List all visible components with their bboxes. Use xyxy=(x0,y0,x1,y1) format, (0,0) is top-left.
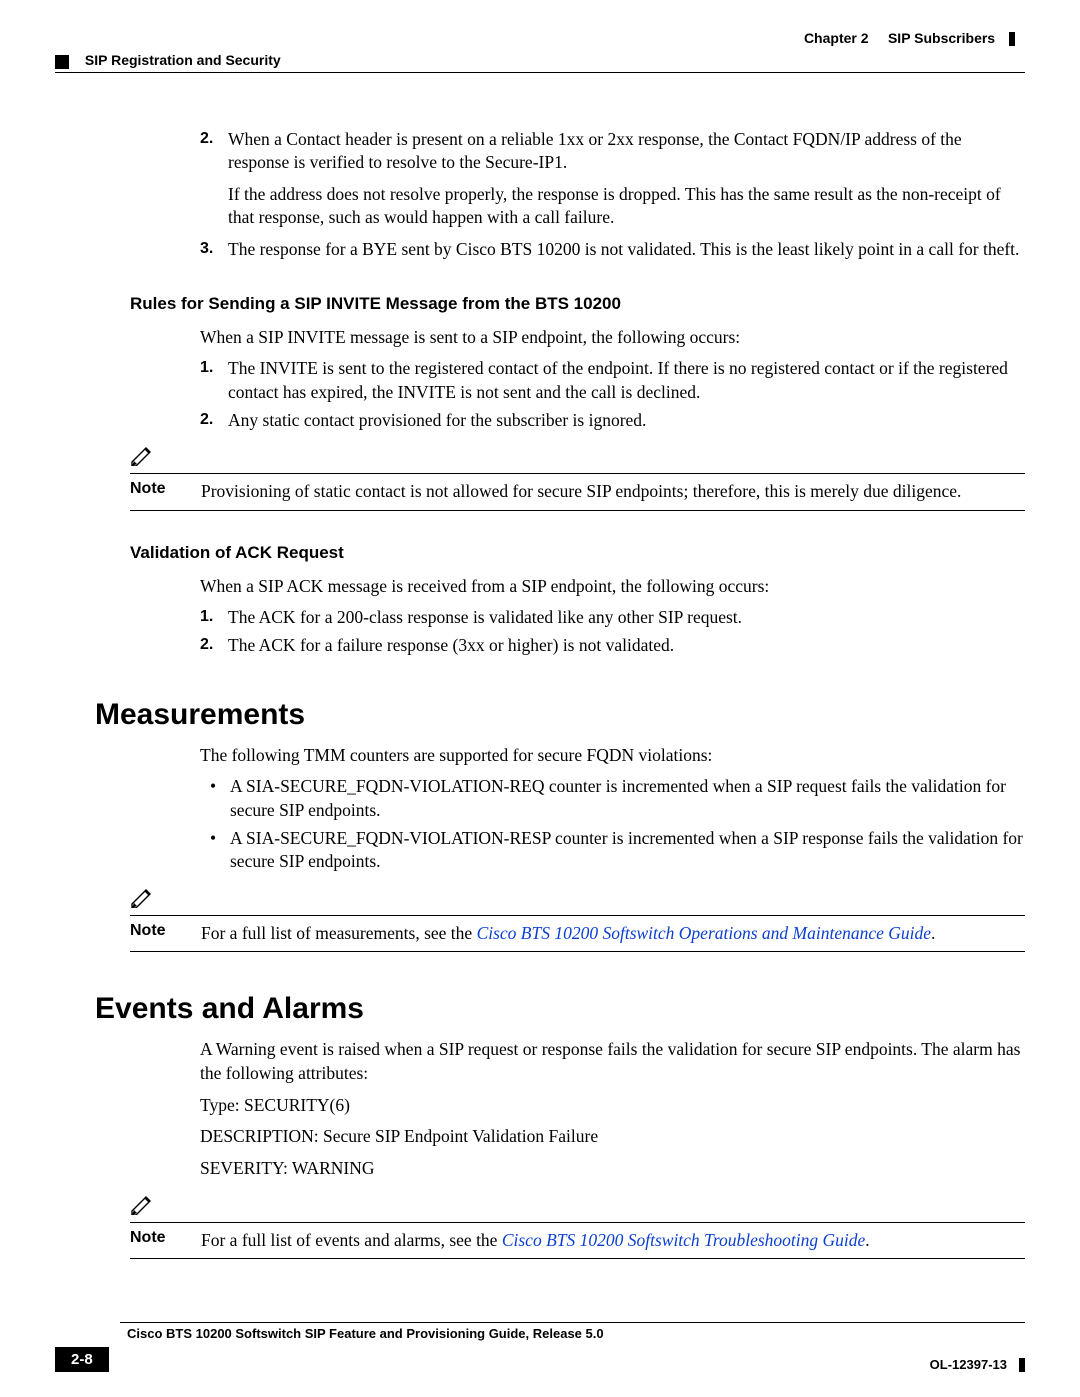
note-label: Note xyxy=(130,922,201,940)
list-item: • A SIA-SECURE_FQDN-VIOLATION-RESP count… xyxy=(210,827,1025,874)
subheading-rules: Rules for Sending a SIP INVITE Message f… xyxy=(130,294,1025,314)
bullet-icon: • xyxy=(210,775,230,822)
chapter-title: SIP Subscribers xyxy=(888,30,995,46)
header-bar-icon xyxy=(1009,32,1015,46)
list-text: The response for a BYE sent by Cisco BTS… xyxy=(228,238,1025,262)
document-page: Chapter 2 SIP Subscribers SIP Registrati… xyxy=(0,0,1080,1397)
chapter-label: Chapter 2 xyxy=(804,30,869,46)
list-paragraph: If the address does not resolve properly… xyxy=(228,183,1025,230)
bullet-icon: • xyxy=(210,827,230,874)
list-number: 3. xyxy=(200,238,228,262)
list-item: 3. The response for a BYE sent by Cisco … xyxy=(200,238,1025,262)
list-text: A SIA-SECURE_FQDN-VIOLATION-REQ counter … xyxy=(230,775,1025,822)
note-text-prefix: For a full list of events and alarms, se… xyxy=(201,1230,502,1250)
list-item: 2. Any static contact provisioned for th… xyxy=(200,409,1025,433)
paragraph: When a SIP INVITE message is sent to a S… xyxy=(200,326,1025,350)
list-text: The ACK for a failure response (3xx or h… xyxy=(228,634,1025,658)
list-number: 2. xyxy=(200,409,228,433)
paragraph: Type: SECURITY(6) xyxy=(200,1094,1025,1118)
heading-measurements: Measurements xyxy=(95,698,1025,732)
pencil-icon xyxy=(130,446,156,466)
note-text: Provisioning of static contact is not al… xyxy=(201,480,1025,504)
main-content: 2. When a Contact header is present on a… xyxy=(55,128,1025,1260)
list-item: 1. The ACK for a 200-class response is v… xyxy=(200,606,1025,630)
paragraph: The following TMM counters are supported… xyxy=(200,744,1025,768)
paragraph: When a SIP ACK message is received from … xyxy=(200,575,1025,599)
list-number: 1. xyxy=(200,606,228,630)
note-block: Note Provisioning of static contact is n… xyxy=(130,446,1025,511)
link-ops-guide[interactable]: Cisco BTS 10200 Softswitch Operations an… xyxy=(477,923,931,943)
footer-doc-id: OL-12397-13 xyxy=(930,1357,1025,1372)
list-number: 2. xyxy=(200,128,228,175)
list-text: Any static contact provisioned for the s… xyxy=(228,409,1025,433)
list-number: 1. xyxy=(200,357,228,404)
list-number: 2. xyxy=(200,634,228,658)
footer-bar-icon xyxy=(1019,1358,1025,1372)
paragraph: A Warning event is raised when a SIP req… xyxy=(200,1038,1025,1085)
list-item: 2. The ACK for a failure response (3xx o… xyxy=(200,634,1025,658)
note-text-prefix: For a full list of measurements, see the xyxy=(201,923,477,943)
list-item: • A SIA-SECURE_FQDN-VIOLATION-REQ counte… xyxy=(210,775,1025,822)
subheading-ack: Validation of ACK Request xyxy=(130,543,1025,563)
paragraph: DESCRIPTION: Secure SIP Endpoint Validat… xyxy=(200,1125,1025,1149)
pencil-icon xyxy=(130,888,156,908)
heading-events: Events and Alarms xyxy=(95,992,1025,1026)
note-text: For a full list of events and alarms, se… xyxy=(201,1229,1025,1253)
note-text: For a full list of measurements, see the… xyxy=(201,922,1025,946)
section-title: SIP Registration and Security xyxy=(85,52,281,68)
note-label: Note xyxy=(130,1229,201,1247)
list-text: When a Contact header is present on a re… xyxy=(228,128,1025,175)
page-number-chip: 2-8 xyxy=(55,1347,109,1372)
list-item: 2. When a Contact header is present on a… xyxy=(200,128,1025,175)
page-footer: Cisco BTS 10200 Softswitch SIP Feature a… xyxy=(55,1322,1025,1372)
running-header-right: Chapter 2 SIP Subscribers xyxy=(55,30,1025,46)
paragraph: SEVERITY: WARNING xyxy=(200,1157,1025,1181)
note-label: Note xyxy=(130,480,201,498)
running-header-left: SIP Registration and Security xyxy=(55,52,1025,72)
section-square-icon xyxy=(55,55,69,69)
list-text: The ACK for a 200-class response is vali… xyxy=(228,606,1025,630)
note-block: Note For a full list of measurements, se… xyxy=(130,888,1025,953)
list-text: A SIA-SECURE_FQDN-VIOLATION-RESP counter… xyxy=(230,827,1025,874)
list-text: The INVITE is sent to the registered con… xyxy=(228,357,1025,404)
footer-book-title: Cisco BTS 10200 Softswitch SIP Feature a… xyxy=(127,1323,1025,1341)
note-block: Note For a full list of events and alarm… xyxy=(130,1195,1025,1260)
list-item: 1. The INVITE is sent to the registered … xyxy=(200,357,1025,404)
pencil-icon xyxy=(130,1195,156,1215)
link-troubleshooting-guide[interactable]: Cisco BTS 10200 Softswitch Troubleshooti… xyxy=(502,1230,865,1250)
